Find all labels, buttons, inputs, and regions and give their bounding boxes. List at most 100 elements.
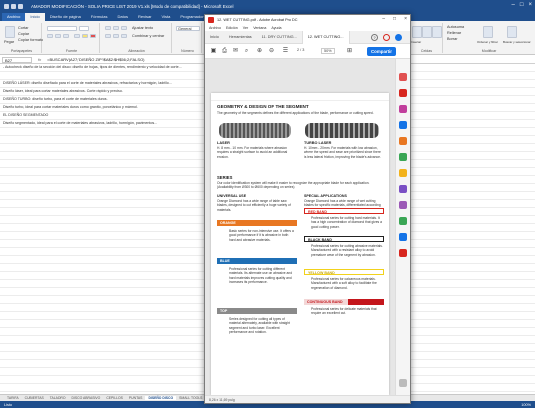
bold-button[interactable] (47, 34, 53, 38)
align-bottom-button[interactable] (121, 26, 127, 30)
undo-icon[interactable] (11, 3, 16, 9)
fit-page-icon[interactable]: ⊞ (345, 47, 354, 56)
delete-cells-button[interactable] (422, 26, 432, 38)
align-top-button[interactable] (105, 26, 111, 30)
maximize-icon[interactable]: □ (520, 2, 524, 9)
tab-formulas[interactable]: Fórmulas (86, 13, 113, 21)
help-icon[interactable]: ? (371, 34, 378, 41)
tab-view[interactable]: Vista (157, 13, 176, 21)
combine-files-icon[interactable] (399, 137, 407, 145)
autosum-button[interactable]: Autosuma (447, 25, 464, 29)
sheet-tab[interactable]: PUNTAS (126, 396, 146, 400)
wrap-text-button[interactable]: Ajustar texto (132, 26, 153, 30)
export-pdf-icon[interactable] (399, 73, 407, 81)
tab-dry-cutting[interactable]: 11. DRY CUTTING... (257, 31, 302, 44)
share-button[interactable]: Compartir (367, 47, 396, 56)
organize-pages-icon[interactable] (399, 153, 407, 161)
underline-button[interactable] (63, 34, 69, 38)
save-icon[interactable]: ▣ (209, 47, 218, 56)
page-up-icon[interactable]: ⊕ (255, 47, 264, 56)
insert-cells-button[interactable] (412, 26, 422, 38)
tab-page-layout[interactable]: Diseño de página (45, 13, 86, 21)
close-icon[interactable]: × (404, 16, 407, 23)
collapse-panel-icon[interactable] (399, 379, 407, 387)
cell-row[interactable]: Diseño turbo, ideal para cortar material… (3, 105, 138, 109)
more-tools-icon[interactable] (399, 249, 407, 257)
search-icon[interactable]: ⌕ (242, 47, 251, 56)
protect-icon[interactable] (399, 185, 407, 193)
cell-row[interactable]: EL DISEÑO SEGMENTADO (3, 113, 48, 117)
align-right-button[interactable] (121, 34, 127, 38)
page-down-icon[interactable]: ⊖ (267, 47, 276, 56)
redo-icon[interactable] (18, 3, 23, 9)
zoom-level[interactable]: 100% (521, 403, 531, 407)
tab-home[interactable]: Inicio (25, 13, 45, 21)
formula-input[interactable]: =BUSCARV(A27;'DISEÑO ZIP'!$A$2:$H$56;2;F… (47, 57, 144, 62)
tab-review[interactable]: Revisar (133, 13, 157, 21)
sheet-tab-active[interactable]: DISEÑO DISCO (145, 396, 177, 400)
merge-center-button[interactable]: Combinar y centrar (132, 34, 164, 38)
cell-row[interactable]: DISEÑO LÁSER: diseño diseñado para el co… (3, 81, 172, 85)
cell-row[interactable]: DISEÑO TURBO: diseño turbo, para el cort… (3, 97, 108, 101)
paste-button[interactable] (5, 26, 15, 38)
cut-button[interactable]: Cortar (18, 26, 29, 30)
align-middle-button[interactable] (113, 26, 119, 30)
cell-row[interactable]: Diseño segmentado, ideal para el corte d… (3, 121, 157, 125)
format-painter-button[interactable]: Copiar formato (18, 38, 43, 42)
sort-filter-button[interactable] (483, 26, 493, 38)
cell-row[interactable]: Diseño láser, ideal para cortar material… (3, 89, 123, 93)
account-avatar[interactable] (395, 34, 402, 41)
menu-view[interactable]: Ver (243, 26, 248, 30)
cell-row[interactable]: - Autocheck diseño de la sección del dis… (3, 65, 182, 69)
fill-color-button[interactable] (82, 34, 88, 38)
name-box[interactable]: B27 (2, 56, 32, 63)
sheet-tab[interactable]: TALADRO (47, 396, 69, 400)
zoom-select[interactable]: 50% (321, 48, 335, 54)
tab-wet-cutting[interactable]: 12. WET CUTTING... (301, 30, 350, 44)
align-center-button[interactable] (113, 34, 119, 38)
hand-tool-icon[interactable]: ☰ (281, 47, 290, 56)
minimize-icon[interactable]: – (382, 16, 385, 23)
create-pdf-icon[interactable] (399, 89, 407, 97)
sheet-tab[interactable]: CEPILLOS (103, 396, 126, 400)
font-color-button[interactable] (90, 34, 96, 38)
sheet-tab[interactable]: CUBIERTAS (22, 396, 47, 400)
minimize-icon[interactable]: – (512, 2, 515, 9)
notifications-icon[interactable] (383, 34, 390, 41)
redact-icon[interactable] (399, 169, 407, 177)
clear-button[interactable]: Borrar (447, 37, 458, 41)
edit-pdf-icon[interactable] (399, 105, 407, 113)
print-icon[interactable]: ⎙ (220, 47, 229, 56)
enhance-scans-icon[interactable] (399, 233, 407, 241)
fill-button[interactable]: Rellenar (447, 31, 461, 35)
fill-sign-icon[interactable] (399, 201, 407, 209)
document-viewport[interactable]: GEOMETRY & DESIGN OF THE SEGMENT The geo… (205, 59, 395, 395)
menu-window[interactable]: Ventana (253, 26, 266, 30)
menu-file[interactable]: Archivo (209, 26, 221, 30)
tab-file[interactable]: Archivo (2, 13, 26, 21)
close-icon[interactable]: × (528, 2, 532, 9)
sheet-tab[interactable]: SMALL TOOLS (176, 396, 205, 400)
comment-icon[interactable] (399, 121, 407, 129)
sheet-tab[interactable]: TARIFA (4, 396, 22, 400)
italic-button[interactable] (55, 34, 61, 38)
menu-edit[interactable]: Edición (226, 26, 238, 30)
menu-help[interactable]: Ayuda (271, 26, 281, 30)
sheet-tab[interactable]: DISCO ABRASIVO (68, 396, 103, 400)
number-format-select[interactable]: General (176, 26, 200, 31)
font-name-select[interactable] (47, 26, 77, 31)
tab-data[interactable]: Datos (113, 13, 133, 21)
send-for-review-icon[interactable] (399, 217, 407, 225)
align-left-button[interactable] (105, 34, 111, 38)
copy-button[interactable]: Copiar (18, 32, 29, 36)
save-icon[interactable] (4, 3, 9, 9)
tab-home[interactable]: Inicio (205, 31, 224, 44)
format-cells-button[interactable] (432, 26, 442, 38)
font-size-select[interactable] (79, 26, 89, 31)
fx-icon[interactable]: fx (38, 57, 41, 62)
page-indicator[interactable]: 2 / 3 (297, 48, 304, 52)
find-select-button[interactable] (507, 26, 517, 38)
tab-tools[interactable]: Herramientas (224, 31, 257, 44)
borders-button[interactable] (74, 34, 80, 38)
mail-icon[interactable]: ✉ (231, 47, 240, 56)
